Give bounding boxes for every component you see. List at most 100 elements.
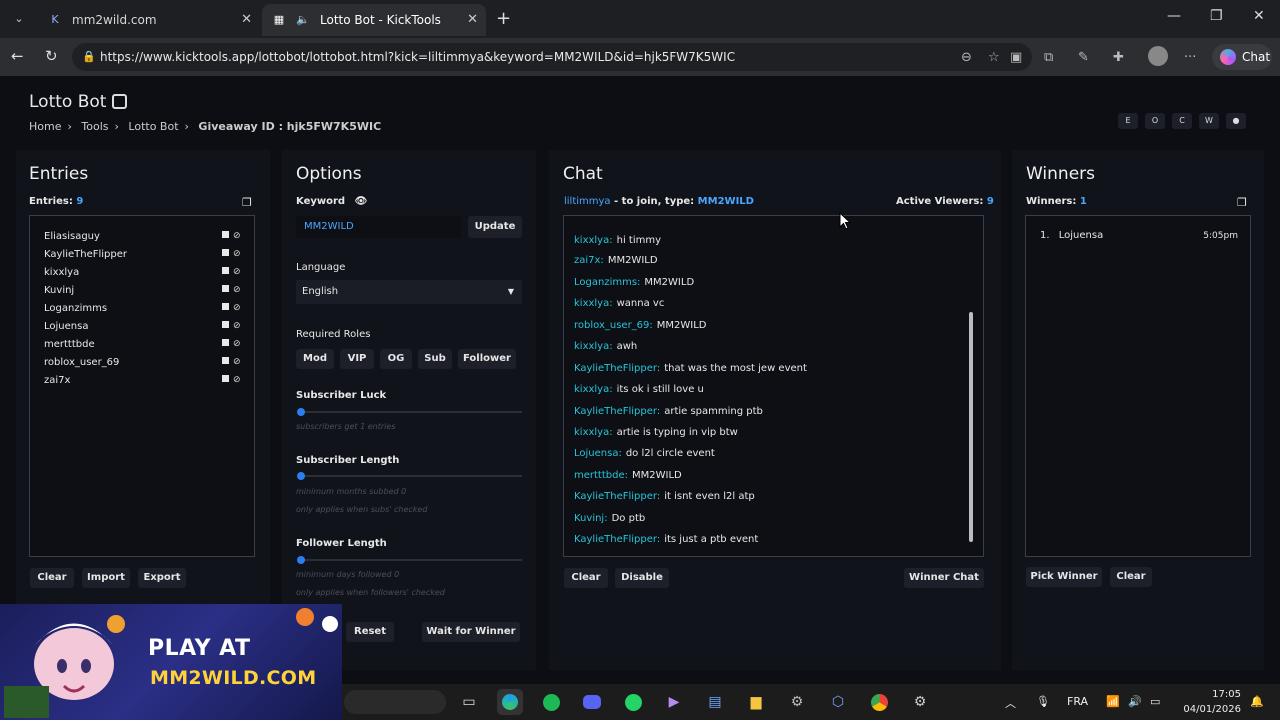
new-tab-plus-icon[interactable]: + [496,8,511,29]
close-window-icon[interactable]: ✕ [1253,8,1265,24]
copy-icon[interactable]: ❐ [242,196,252,209]
settings-gear-icon[interactable]: ⚙ [784,689,810,715]
sub-luck-slider[interactable] [297,408,522,416]
tab-lotto-bot[interactable]: ▦ 🔈 Lotto Bot - KickTools ✕ [262,4,486,36]
minimize-icon[interactable]: — [1167,8,1181,24]
apps-grid-icon: ▦ [273,13,285,26]
back-arrow-icon[interactable]: ← [11,47,24,65]
role-vip-toggle[interactable]: VIP [340,349,374,369]
keyword-input[interactable]: MM2WILD [296,216,461,238]
copy-icon[interactable]: ❐ [1237,196,1247,209]
edge-browser-icon[interactable] [497,689,523,715]
slider-thumb[interactable] [297,556,305,564]
zoom-icon[interactable]: ⊖ [961,50,972,65]
reload-icon[interactable]: ↻ [45,47,58,65]
chat-label: Chat [1242,50,1271,64]
extensions-puzzle-icon[interactable]: ✚ [1113,50,1124,65]
role-og-toggle[interactable]: OG [380,349,412,369]
entry-actions[interactable]: ⊘ [222,357,241,367]
chat-disable-button[interactable]: Disable [615,568,669,588]
winner-chat-button[interactable]: Winner Chat [904,568,984,588]
copilot-chat-button[interactable]: Chat [1212,44,1272,70]
entry-actions[interactable]: ⊘ [222,267,241,277]
import-button[interactable]: Import [82,568,130,588]
entry-actions[interactable]: ⊘ [222,339,241,349]
whatsapp-icon[interactable] [620,689,646,715]
chrome-icon[interactable] [866,689,892,715]
entry-actions[interactable]: ⊘ [222,285,241,295]
notepad-icon[interactable]: ▤ [702,689,728,715]
reset-button[interactable]: Reset [346,622,394,642]
lang-o-button[interactable]: O [1145,113,1165,129]
chat-log[interactable]: kixxlya: hi timmy zai7x: MM2WILD Loganzimm… [563,215,984,557]
breadcrumb-lotto-bot[interactable]: Lotto Bot [128,120,178,133]
wifi-icon[interactable]: 📶 [1106,695,1120,708]
taskbar-search-box[interactable] [344,690,446,714]
speaker-icon[interactable]: 🔈 [296,13,310,27]
maximize-icon[interactable]: ❐ [1210,8,1223,24]
pick-winner-button[interactable]: Pick Winner [1026,567,1102,587]
url-input[interactable]: 🔒 https://www.kicktools.app/lottobot/lot… [72,43,1032,71]
spotify-icon[interactable] [538,689,564,715]
tab-title: Lotto Bot - KickTools [320,13,441,27]
battery-icon[interactable]: ▭ [1150,695,1160,708]
entry-actions[interactable]: ⊘ [222,321,241,331]
profile-avatar-icon[interactable] [1148,46,1168,66]
role-follower-toggle[interactable]: Follower [458,349,516,369]
follower-length-slider[interactable] [297,556,522,564]
tab-actions-chevron-icon[interactable]: ⌄ [8,9,30,29]
export-button[interactable]: Export [138,568,186,588]
taskbar-clock[interactable]: 17:05 04/01/2026 [1181,687,1241,717]
mm2wild-ad-banner[interactable]: PLAY AT MM2WILD.COM [0,604,342,720]
chat-clear-button[interactable]: Clear [564,568,608,588]
more-menu-icon[interactable]: ··· [1184,50,1196,65]
lang-c-button[interactable]: C [1172,113,1192,129]
channel-name[interactable]: liltimmya [564,196,611,207]
tray-chevron-icon[interactable]: ︿ [1005,695,1016,711]
sub-length-slider[interactable] [297,472,522,480]
breadcrumb-home[interactable]: Home [29,120,61,133]
entries-clear-button[interactable]: Clear [30,568,74,588]
entry-actions[interactable]: ⊘ [222,249,241,259]
role-mod-toggle[interactable]: Mod [296,349,334,369]
sub-length-hint-2: only applies when subs' checked [296,505,428,514]
site-info-icon[interactable]: 🔒 [82,43,96,71]
volume-icon[interactable]: 🔊 [1128,695,1142,708]
wait-for-winner-button[interactable]: Wait for Winner [422,622,520,642]
close-tab-icon[interactable]: ✕ [241,12,252,27]
extension-translate-icon[interactable]: ⧉ [1044,50,1053,65]
update-button[interactable]: Update [468,216,522,238]
entry-actions[interactable]: ⊘ [222,375,241,385]
entry-actions[interactable]: ⊘ [222,231,241,241]
notifications-icon[interactable]: 🔔 [1250,695,1264,708]
role-sub-toggle[interactable]: Sub [418,349,452,369]
lang-e-button[interactable]: E [1118,113,1138,129]
eye-icon[interactable]: 👁 [355,196,368,207]
ad-info-icon[interactable] [322,616,338,632]
discord-icon[interactable] [579,689,605,715]
close-tab-icon[interactable]: ✕ [467,12,478,27]
file-explorer-icon[interactable]: ▆ [743,689,769,715]
task-view-icon[interactable]: ▭ [456,689,482,715]
obs-record-icon[interactable]: ⚙ [907,689,933,715]
tracking-prevention-icon[interactable]: ▣ [1010,50,1022,65]
clock-date: 04/01/2026 [1183,704,1241,715]
breadcrumb-tools[interactable]: Tools [81,120,108,133]
slider-thumb[interactable] [297,472,305,480]
lang-w-button[interactable]: W [1199,113,1219,129]
winners-clear-button[interactable]: Clear [1110,567,1152,587]
app-icon[interactable]: ⬡ [825,689,851,715]
entry-actions[interactable]: ⊘ [222,303,241,313]
chat-username: roblox_user_69: [574,320,653,331]
chat-scrollbar[interactable] [969,312,973,542]
language-select[interactable]: English ▼ [296,280,522,304]
input-language[interactable]: FRA [1067,695,1088,708]
tab-mm2wild[interactable]: K mm2wild.com ✕ [38,4,260,36]
chat-text: wanna vc [616,298,665,309]
clipchamp-icon[interactable]: ▶ [661,689,687,715]
favorite-star-icon[interactable]: ☆ [988,50,1000,65]
extension-feather-icon[interactable]: ✎ [1078,50,1089,65]
theme-toggle-button[interactable]: ● [1226,113,1246,129]
slider-thumb[interactable] [297,408,305,416]
microphone-icon[interactable]: 🎙 [1036,695,1050,708]
